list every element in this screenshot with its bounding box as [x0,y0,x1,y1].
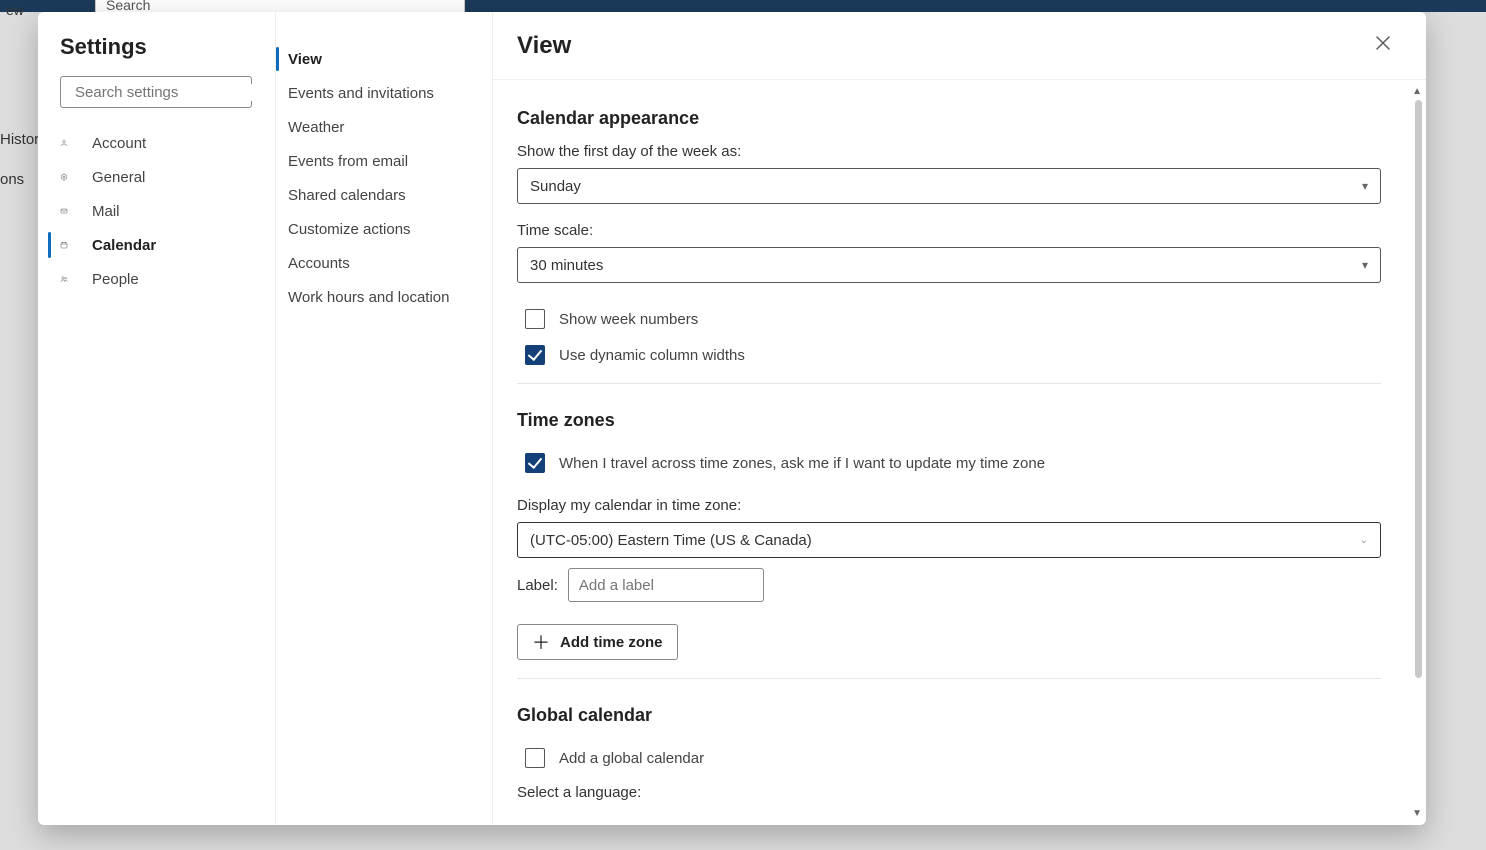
calendar-icon [60,236,80,254]
scroll-up-icon: ▲ [1412,86,1422,97]
display-tz-label: Display my calendar in time zone: [517,497,1406,514]
settings-content-column: View ▲ ▼ Calendar appearance Show the fi… [493,12,1426,825]
divider [517,383,1381,384]
divider [517,678,1381,679]
page-title: View [517,32,571,60]
category-mail[interactable]: Mail [60,194,275,228]
section-timezones-heading: Time zones [517,410,1406,431]
time-scale-value: 30 minutes [530,257,603,274]
settings-search[interactable] [60,76,252,108]
scrollbar-thumb[interactable] [1415,100,1422,678]
content-header: View [493,12,1426,80]
chevron-down-icon: ▾ [1362,258,1368,272]
person-icon [60,134,80,152]
add-global-checkbox[interactable] [525,748,545,768]
add-global-label: Add a global calendar [559,750,704,767]
ask-update-checkbox[interactable] [525,453,545,473]
dynamic-widths-label: Use dynamic column widths [559,347,745,364]
plus-icon: ＋ [532,629,550,655]
mail-icon [60,202,80,220]
display-tz-value: (UTC-05:00) Eastern Time (US & Canada) [530,532,812,549]
subnav-work-hours-and-location[interactable]: Work hours and location [276,280,492,314]
people-icon [60,270,80,288]
settings-title: Settings [60,34,275,60]
settings-subnav-column: ViewEvents and invitationsWeatherEvents … [276,12,493,825]
subnav-shared-calendars[interactable]: Shared calendars [276,178,492,212]
show-week-numbers-label: Show week numbers [559,311,698,328]
settings-modal: Settings Account General Mail Calendar Peopl… [38,12,1426,825]
section-appearance-heading: Calendar appearance [517,108,1406,129]
close-button[interactable] [1364,24,1402,67]
chevron-down-icon: ⌄ [1360,535,1368,546]
display-tz-select[interactable]: (UTC-05:00) Eastern Time (US & Canada) ⌄ [517,522,1381,558]
subnav-weather[interactable]: Weather [276,110,492,144]
tz-label-input[interactable] [568,568,764,602]
bg-text: ew [0,0,30,20]
bg-left-panel: Histor ons [0,120,43,200]
add-time-zone-button[interactable]: ＋ Add time zone [517,624,678,660]
dynamic-widths-checkbox[interactable] [525,345,545,365]
close-icon [1372,32,1394,54]
first-day-value: Sunday [530,178,581,195]
chevron-down-icon: ▾ [1362,179,1368,193]
category-account[interactable]: Account [60,126,275,160]
subnav-accounts[interactable]: Accounts [276,246,492,280]
category-label: People [92,271,139,288]
show-week-numbers-checkbox[interactable] [525,309,545,329]
subnav-view[interactable]: View [276,42,492,76]
subnav-customize-actions[interactable]: Customize actions [276,212,492,246]
ask-update-label: When I travel across time zones, ask me … [559,455,1045,472]
category-general[interactable]: General [60,160,275,194]
time-scale-select[interactable]: 30 minutes ▾ [517,247,1381,283]
add-time-zone-label: Add time zone [560,634,663,651]
category-calendar[interactable]: Calendar [60,228,275,262]
gear-icon [60,168,80,186]
category-people[interactable]: People [60,262,275,296]
section-global-heading: Global calendar [517,705,1406,726]
category-label: Mail [92,203,120,220]
category-label: Account [92,135,146,152]
content-scroll[interactable]: ▲ ▼ Calendar appearance Show the first d… [493,80,1426,825]
category-label: General [92,169,145,186]
time-scale-label: Time scale: [517,222,1406,239]
settings-categories-column: Settings Account General Mail Calendar Peopl… [38,12,276,825]
first-day-select[interactable]: Sunday ▾ [517,168,1381,204]
tz-label-label: Label: [517,577,558,594]
subnav-events-and-invitations[interactable]: Events and invitations [276,76,492,110]
first-day-label: Show the first day of the week as: [517,143,1406,160]
scroll-down-icon: ▼ [1412,808,1422,819]
settings-search-input[interactable] [75,84,274,101]
category-label: Calendar [92,237,156,254]
subnav-events-from-email[interactable]: Events from email [276,144,492,178]
select-lang-label: Select a language: [517,784,1406,801]
